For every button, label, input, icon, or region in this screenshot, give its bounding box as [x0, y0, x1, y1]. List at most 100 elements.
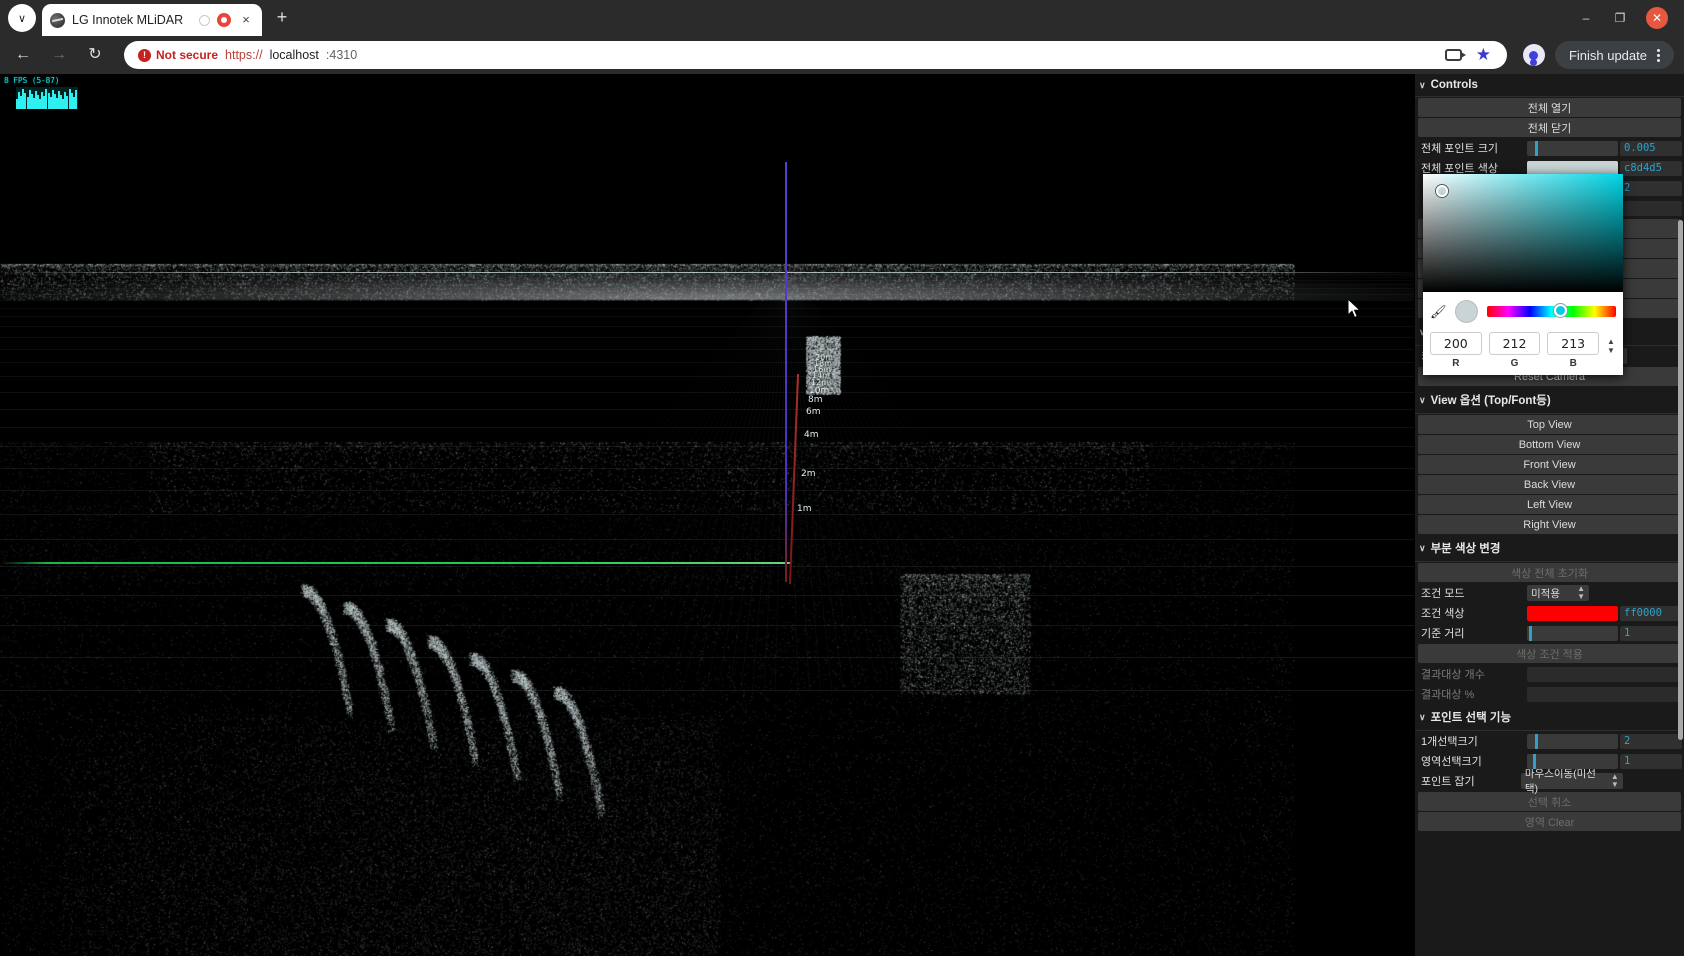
point-size-slider[interactable] [1527, 140, 1618, 156]
axis-tick-20m: 20m [815, 353, 833, 362]
profile-avatar[interactable] [1522, 44, 1545, 66]
hue-slider[interactable] [1487, 304, 1616, 317]
base-distance-value[interactable]: 1 [1620, 625, 1682, 641]
back-button[interactable]: ← [10, 42, 36, 68]
point-cloud-canvas[interactable] [0, 74, 1295, 956]
warning-icon: ! [138, 48, 151, 62]
chevron-down-icon: ∨ [1419, 394, 1426, 405]
minimize-button[interactable]: – [1578, 11, 1594, 25]
area-select-size-slider[interactable] [1527, 753, 1618, 769]
clear-area-button[interactable]: 영역 Clear [1418, 812, 1681, 831]
address-bar[interactable]: ! Not secure https:// localhost:4310 ★ [124, 41, 1507, 69]
view-button-left-view[interactable]: Left View [1418, 495, 1681, 514]
point-grab-label: 포인트 잡기 [1421, 776, 1475, 788]
cancel-selection-button[interactable]: 선택 취소 [1418, 792, 1681, 811]
row-result-count: 결과대상 개수 [1415, 664, 1684, 684]
row-point-grab: 포인트 잡기 마우스이동(미선택) ▲ ▼ [1415, 768, 1684, 795]
color-picker-popover[interactable]: 🖌 200 R 212 G 213 B ▲ ▼ [1423, 174, 1623, 375]
condition-mode-select[interactable]: 미적용 ▲ ▼ [1527, 585, 1589, 601]
cast-icon[interactable] [1444, 49, 1466, 61]
area-select-size-value[interactable]: 1 [1620, 753, 1682, 769]
green-input[interactable]: 212 [1488, 332, 1541, 355]
view-button-bottom-view[interactable]: Bottom View [1418, 435, 1681, 454]
rgb-cell-b: 213 B [1547, 332, 1600, 369]
color-picker-body: 🖌 200 R 212 G 213 B ▲ ▼ [1423, 292, 1623, 375]
view-buttons-group: Top View Bottom View Front View Back View Le… [1415, 415, 1684, 534]
blue-input[interactable]: 213 [1547, 332, 1600, 355]
controls-panel[interactable]: ∨ Controls 전체 열기 전체 닫기 전체 포인트 크기 0.005 전… [1414, 74, 1684, 956]
star-icon[interactable]: ★ [1476, 45, 1491, 65]
reload-button[interactable]: ↻ [82, 42, 108, 68]
section-header-partial-color[interactable]: ∨ 부분 색상 변경 [1415, 535, 1684, 562]
fps-widget: 8 FPS (5-87) [2, 76, 80, 109]
hidden-value-2[interactable] [1620, 200, 1682, 216]
page-content: 8 FPS (5-87) 1m 2m 4m 6m 8m 10m 12m 14m 16m 18m 20… [0, 74, 1684, 956]
apply-color-condition-button[interactable]: 색상 조건 적용 [1418, 644, 1681, 663]
open-all-button[interactable]: 전체 열기 [1418, 98, 1681, 117]
new-tab-button[interactable]: + [268, 4, 296, 32]
lidar-viewport[interactable]: 8 FPS (5-87) 1m 2m 4m 6m 8m 10m 12m 14m 16m 18m 20… [0, 74, 1414, 956]
green-label: G [1510, 358, 1519, 369]
condition-color-swatch[interactable] [1527, 605, 1618, 621]
point-size-value[interactable]: 0.005 [1620, 140, 1682, 156]
single-select-size-slider[interactable] [1527, 733, 1618, 749]
axis-tick-8m: 8m [808, 395, 823, 405]
base-distance-slider[interactable] [1527, 625, 1618, 641]
saturation-handle[interactable] [1436, 185, 1448, 197]
result-count-label: 결과대상 개수 [1421, 669, 1485, 681]
result-pct-value [1527, 686, 1682, 702]
view-button-right-view[interactable]: Right View [1418, 515, 1681, 534]
kebab-menu-icon[interactable] [1657, 48, 1660, 62]
point-color-value[interactable]: c8d4d5 [1620, 160, 1682, 176]
browser-toolbar: ← → ↻ ! Not secure https:// localhost:431… [0, 36, 1684, 74]
point-grab-select[interactable]: 마우스이동(미선택) ▲ ▼ [1520, 768, 1623, 795]
saturation-value-area[interactable] [1423, 174, 1623, 292]
view-button-front-view[interactable]: Front View [1418, 455, 1681, 474]
hue-handle[interactable] [1554, 304, 1568, 317]
single-select-size-value[interactable]: 2 [1620, 733, 1682, 749]
browser-tab[interactable]: LG Innotek MLiDAR × [42, 4, 262, 36]
close-all-button[interactable]: 전체 닫기 [1418, 118, 1681, 137]
condition-color-value[interactable]: ff0000 [1620, 605, 1682, 621]
view-button-top-view[interactable]: Top View [1418, 415, 1681, 434]
reset-all-colors-button[interactable]: 색상 전체 초기화 [1418, 563, 1681, 582]
spin-updown-icon: ▲▼ [1610, 772, 1619, 789]
view-button-back-view[interactable]: Back View [1418, 475, 1681, 494]
condition-mode-value: 미적용 [1531, 587, 1560, 600]
finish-update-button[interactable]: Finish update [1554, 41, 1674, 69]
axis-x-green [0, 562, 790, 564]
close-window-button[interactable]: ✕ [1646, 7, 1668, 29]
row-result-pct: 결과대상 % [1415, 684, 1684, 704]
axis-tick-4m: 4m [804, 430, 819, 440]
row-condition-color: 조건 색상 ff0000 [1415, 603, 1684, 623]
section-header-view[interactable]: ∨ View 옵션 (Top/Font등) [1415, 387, 1684, 414]
row-single-select-size: 1개선택크기 2 [1415, 731, 1684, 751]
result-count-value [1527, 666, 1682, 682]
section-header-controls[interactable]: ∨ Controls [1415, 74, 1684, 97]
red-input[interactable]: 200 [1430, 332, 1482, 355]
eyedropper-icon[interactable]: 🖌 [1430, 304, 1447, 320]
globe-icon [50, 12, 65, 28]
tab-search-button[interactable]: ∨ [8, 4, 36, 32]
forward-button[interactable]: → [46, 42, 72, 68]
color-preview-swatch [1455, 300, 1478, 323]
base-distance-label: 기준 거리 [1421, 628, 1465, 640]
axis-z-purple [785, 162, 787, 582]
mouse-cursor [1347, 298, 1362, 319]
section-title-view: View 옵션 (Top/Font등) [1430, 395, 1551, 407]
point-size-label: 전체 포인트 크기 [1421, 143, 1498, 155]
chevron-down-icon: ∨ [1419, 711, 1426, 722]
color-format-toggle[interactable]: ▲ ▼ [1606, 332, 1616, 369]
row-base-distance: 기준 거리 1 [1415, 623, 1684, 643]
axis-tick-2m: 2m [801, 469, 816, 479]
hidden-value-1[interactable]: 2 [1620, 180, 1682, 196]
url-host: localhost [269, 48, 319, 62]
panel-scrollbar[interactable] [1678, 220, 1683, 740]
rgb-cell-g: 212 G [1488, 332, 1541, 369]
tab-close-button[interactable]: × [238, 12, 254, 28]
security-indicator[interactable]: ! Not secure [138, 48, 218, 62]
maximize-button[interactable]: ❐ [1612, 11, 1628, 25]
section-header-point-select[interactable]: ∨ 포인트 선택 기능 [1415, 704, 1684, 731]
fps-label: 8 FPS (5-87) [4, 76, 60, 85]
record-icon[interactable] [217, 13, 231, 27]
